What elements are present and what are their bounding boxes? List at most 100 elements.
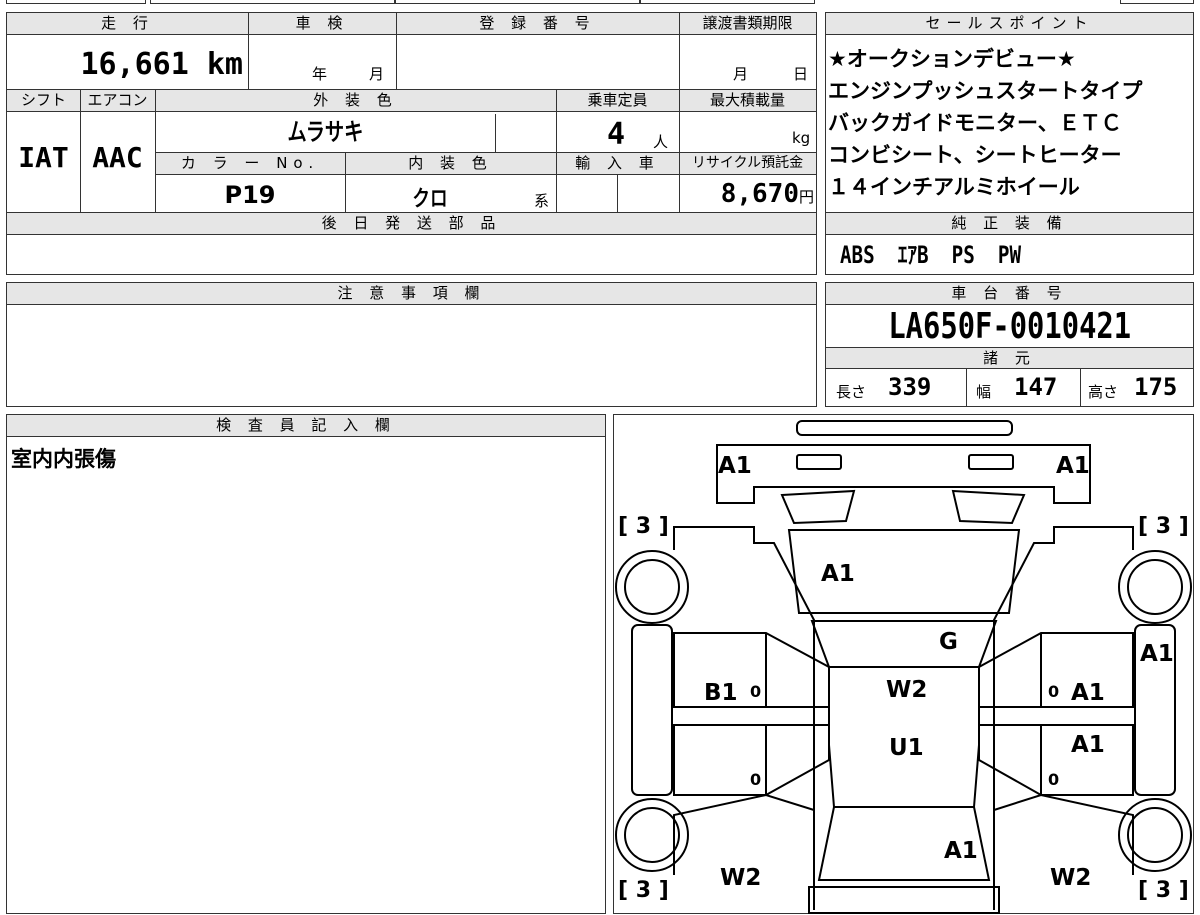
fog-lamp-left [796, 454, 842, 470]
recycle-fee-header: リサイクル預託金 [679, 152, 816, 175]
chassis-number-header: 車 台 番 号 [826, 283, 1193, 305]
exterior-color-divider [495, 114, 496, 152]
inspector-header: 検 査 員 記 入 欄 [7, 415, 605, 437]
grid-line [345, 152, 346, 212]
mark-left-front-door: B1 [704, 680, 738, 706]
mark-windshield: G [939, 629, 958, 655]
recycle-fee-unit: 円 [798, 188, 814, 206]
grid-line [556, 90, 557, 212]
sales-points-header: セールスポイント [826, 13, 1193, 35]
sales-point-line: １４インチアルミホイール [828, 175, 1080, 199]
import-header: 輸 入 車 [556, 152, 679, 175]
genuine-equipment-box: 純 正 装 備 ABS ｴｱB PS PW [825, 212, 1194, 275]
wheel-front-right [1118, 550, 1192, 624]
mark-left-rear-quarter: W2 [720, 865, 761, 891]
inspection-header: 車 検 [248, 13, 396, 35]
later-parts-header: 後 日 発 送 部 品 [7, 212, 816, 235]
tire-mark-front-right: [ 3 ] [1138, 514, 1189, 539]
sales-point-line: バックガイドモニター、ＥＴＣ [828, 111, 1122, 135]
front-spoiler [796, 420, 1013, 436]
genuine-equipment-text: ABS ｴｱB PS PW [840, 241, 1022, 269]
tire-mark-front-left: [ 3 ] [618, 514, 669, 539]
notes-box: 注 意 事 項 欄 [6, 282, 817, 407]
windshield [810, 620, 998, 668]
max-load-value [679, 114, 779, 150]
mark-roof-rear: U1 [889, 735, 924, 761]
mark-right-front-fender: A1 [1140, 641, 1174, 667]
inspection-month-label: 月 [369, 65, 385, 83]
interior-color-text: クロ [412, 187, 448, 212]
height-value: 175 [1134, 373, 1178, 401]
color-no-header: カ ラ ー No. [155, 152, 345, 175]
top-strip-cell-4 [640, 0, 815, 4]
recycle-fee-value: 8,670円 [679, 179, 814, 209]
transfer-deadline-header: 譲渡書類期限 [679, 13, 816, 35]
sales-point-line: エンジンプッシュスタートタイプ [828, 79, 1143, 103]
grid-line [1080, 369, 1081, 407]
body-outline [673, 526, 1134, 910]
door-mark: 0 [750, 682, 761, 701]
door-mark: 0 [1048, 682, 1059, 701]
genuine-equipment-header: 純 正 装 備 [826, 213, 1193, 235]
inspection-year-label: 年 [312, 65, 328, 83]
rear-bumper [808, 886, 1000, 914]
door-mark: 0 [1048, 770, 1059, 789]
recycle-fee-number: 8,670 [720, 179, 799, 209]
wheel-front-left [615, 550, 689, 624]
interior-color-value: クロ [345, 181, 515, 213]
capacity-header: 乗車定員 [556, 90, 679, 112]
mark-front-bumper-right: A1 [1056, 453, 1090, 479]
wheel-rear-right [1118, 798, 1192, 872]
import-value [556, 175, 676, 211]
length-label: 長さ [836, 383, 867, 401]
mark-right-front-door: A1 [1071, 680, 1105, 706]
max-load-header: 最大積載量 [679, 90, 816, 112]
vehicle-info-table: 走 行 車 検 登 録 番 号 譲渡書類期限 16,661 km 年 月 月 日… [6, 12, 817, 275]
registration-value [396, 37, 679, 87]
height-label: 高さ [1088, 383, 1119, 401]
chassis-number-text: LA650F-0010421 [888, 306, 1131, 347]
capacity-value: 4 [607, 117, 626, 152]
mark-rear-gate: A1 [944, 838, 978, 864]
width-value: 147 [1014, 373, 1058, 401]
mark-right-rear-quarter: W2 [1050, 865, 1091, 891]
mark-right-rear-door: A1 [1071, 732, 1105, 758]
sales-points-box: セールスポイント ★オークションデビュー★ エンジンプッシュスタートタイプ バッ… [825, 12, 1194, 213]
tire-mark-rear-right: [ 3 ] [1138, 878, 1189, 903]
damage-diagram-box: A1 A1 A1 G W2 U1 B1 A1 A1 A1 A1 W2 W2 [ … [613, 414, 1194, 914]
color-no-value: P19 [224, 181, 276, 209]
sales-point-line: ★オークションデビュー★ [828, 47, 1076, 71]
chassis-number-value: LA650F-0010421 [826, 307, 1193, 347]
mileage-unit: km [206, 47, 243, 82]
mark-front-bumper-left: A1 [718, 453, 752, 479]
length-value: 339 [888, 373, 932, 401]
interior-color-suffix: 系 [534, 192, 550, 210]
genuine-equipment-value: ABS ｴｱB PS PW [840, 237, 1066, 273]
aircon-header: エアコン [80, 90, 155, 112]
notes-header: 注 意 事 項 欄 [7, 283, 816, 305]
top-strip-cell-1 [6, 0, 146, 4]
mileage-value: 16,661 km [7, 43, 243, 87]
specs-header: 諸 元 [826, 347, 1193, 369]
inspector-box: 検 査 員 記 入 欄 室内内張傷 [6, 414, 606, 914]
grid-line [248, 13, 249, 90]
registration-header: 登 録 番 号 [396, 13, 679, 35]
mark-hood: A1 [821, 561, 855, 587]
door-mark: 0 [750, 770, 761, 789]
mileage-header: 走 行 [7, 13, 248, 35]
width-label: 幅 [976, 383, 992, 401]
top-strip-cell-3 [395, 0, 640, 4]
chassis-specs-box: 車 台 番 号 LA650F-0010421 諸 元 長さ 339 幅 147 … [825, 282, 1194, 407]
notes-value [11, 309, 811, 399]
front-bumper [716, 444, 1091, 504]
grid-line [966, 369, 967, 407]
exterior-color-value: ムラサキ [155, 114, 495, 150]
exterior-color-text: ムラサキ [287, 118, 363, 146]
tire-mark-rear-left: [ 3 ] [618, 878, 669, 903]
grid-line [396, 13, 397, 90]
transfer-month-label: 月 [733, 65, 749, 83]
left-side-panel [631, 624, 673, 796]
exterior-color-header: 外 装 色 [155, 90, 556, 112]
aircon-value: AAC [92, 141, 143, 174]
mark-roof-front: W2 [886, 677, 927, 703]
